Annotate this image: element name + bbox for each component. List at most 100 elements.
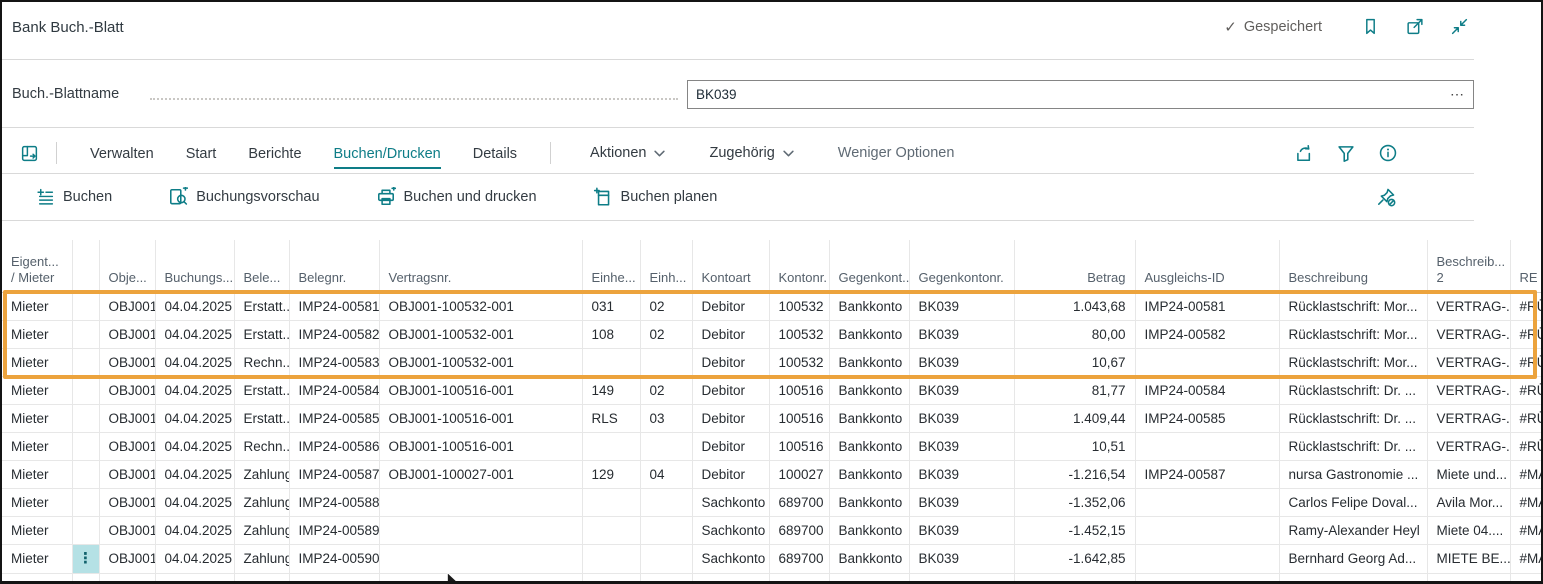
cell-belegnr[interactable]: IMP24-00583	[289, 348, 379, 376]
tab-buchen-drucken[interactable]: Buchen/Drucken	[334, 137, 441, 169]
tab-start[interactable]: Start	[186, 137, 217, 169]
cell-gegenkontonr[interactable]: BK039	[909, 292, 1014, 320]
buchen-und-drucken-button[interactable]: Buchen und drucken	[370, 186, 543, 208]
cell-objekt[interactable]: OBJ001	[99, 320, 155, 348]
cell-gegenkontoart[interactable]: Bankkonto	[829, 432, 909, 460]
cell-reko[interactable]: #MA	[1510, 488, 1541, 516]
cell-reko[interactable]: #RÜ	[1510, 376, 1541, 404]
cell-beschreibung[interactable]: Rücklastschrift: Mor...	[1279, 320, 1427, 348]
cell-objekt[interactable]: OBJ001	[99, 348, 155, 376]
cell-einheit2[interactable]: 03	[640, 404, 692, 432]
cell-einheit[interactable]	[582, 432, 640, 460]
cell-beschreibung2[interactable]: VERTRAG-...	[1427, 376, 1510, 404]
cell-gegenkontoart[interactable]: Bankkonto	[829, 292, 909, 320]
cell-vertragsnr[interactable]: OBJ001-100516-001	[379, 432, 582, 460]
cell-betrag[interactable]: 80,00	[1014, 320, 1135, 348]
cell-rowsel[interactable]	[72, 320, 99, 348]
cell-owner[interactable]: Mieter	[2, 348, 72, 376]
cell-gegenkontoart[interactable]: Bankkonto	[829, 404, 909, 432]
cell-einheit2[interactable]	[640, 348, 692, 376]
cell-gegenkontonr[interactable]: BK039	[909, 460, 1014, 488]
bookmark-icon[interactable]	[1361, 17, 1380, 36]
cell-kontoart[interactable]: Sachkonto	[692, 488, 769, 516]
cell-belegart[interactable]: Rechn...	[234, 348, 289, 376]
cell-betrag[interactable]: -1.352,06	[1014, 488, 1135, 516]
cell-kontoart[interactable]: Debitor	[692, 460, 769, 488]
cell-rowsel[interactable]: ⋮	[72, 544, 99, 573]
cell-owner[interactable]: Mieter	[2, 320, 72, 348]
cell-einheit[interactable]: 129	[582, 460, 640, 488]
cell-buchungsdatum[interactable]: 04.04.2025	[155, 376, 234, 404]
cell-kontonr[interactable]: 100532	[769, 292, 829, 320]
cell-beschreibung2[interactable]: MIETE BE...	[1427, 544, 1510, 573]
cell-einheit[interactable]: RLS	[582, 404, 640, 432]
cell-beschreibung2[interactable]: Avila Mor...	[1427, 488, 1510, 516]
cell-betrag[interactable]: -1.452,15	[1014, 516, 1135, 544]
cell-reko[interactable]: #RÜ	[1510, 320, 1541, 348]
cell-ausgleichsid[interactable]	[1135, 544, 1279, 573]
cell-buchungsdatum[interactable]: 04.04.2025	[155, 348, 234, 376]
cell-kontoart[interactable]: Sachkonto	[692, 544, 769, 573]
cell-objekt[interactable]: OBJ001	[99, 488, 155, 516]
cell-kontoart[interactable]: Debitor	[692, 432, 769, 460]
cell-buchungsdatum[interactable]: 04.04.2025	[155, 544, 234, 573]
cell-vertragsnr[interactable]	[379, 516, 582, 544]
cell-rowsel[interactable]	[72, 460, 99, 488]
cell-kontonr[interactable]: 689700	[769, 488, 829, 516]
cell-beschreibung[interactable]: Ramy-Alexander Heyl	[1279, 516, 1427, 544]
cell-vertragsnr[interactable]	[379, 488, 582, 516]
cell-owner[interactable]: Mieter	[2, 432, 72, 460]
info-icon[interactable]	[1378, 143, 1398, 163]
cell-einheit2[interactable]	[640, 544, 692, 573]
cell-reko[interactable]: #RÜ	[1510, 348, 1541, 376]
cell-gegenkontonr[interactable]: BK039	[909, 376, 1014, 404]
cell-kontoart[interactable]: Debitor	[692, 348, 769, 376]
cell-objekt[interactable]: OBJ001	[99, 376, 155, 404]
col-header-einheit2[interactable]: Einh...	[640, 240, 692, 292]
cell-belegnr[interactable]: IMP24-00581	[289, 292, 379, 320]
cell-owner[interactable]: Mieter	[2, 404, 72, 432]
cell-objekt[interactable]: OBJ001	[99, 432, 155, 460]
cell-rowsel[interactable]	[72, 292, 99, 320]
cell-einheit[interactable]	[582, 544, 640, 573]
cell-gegenkontoart[interactable]: Bankkonto	[829, 320, 909, 348]
col-header-beschreibung[interactable]: Beschreibung	[1279, 240, 1427, 292]
col-header-gegenkontonr[interactable]: Gegenkontonr.	[909, 240, 1014, 292]
cell-reko[interactable]: #MA	[1510, 544, 1541, 573]
col-header-vertragsnr[interactable]: Vertragsnr.	[379, 240, 582, 292]
cell-vertragsnr[interactable]: OBJ001-100516-001	[379, 376, 582, 404]
cell-ausgleichsid[interactable]	[1135, 432, 1279, 460]
cell-einheit[interactable]: 031	[582, 292, 640, 320]
cell-beschreibung2[interactable]: VERTRAG-...	[1427, 404, 1510, 432]
cell-kontonr[interactable]: 100532	[769, 348, 829, 376]
cell-vertragsnr[interactable]: OBJ001-100532-001	[379, 292, 582, 320]
col-header-owner[interactable]: Eigent... / Mieter	[2, 240, 72, 292]
cell-beschreibung2[interactable]: VERTRAG-...	[1427, 348, 1510, 376]
cell-beschreibung[interactable]: Rücklastschrift: Dr. ...	[1279, 376, 1427, 404]
cell-owner[interactable]: Mieter	[2, 460, 72, 488]
cell-vertragsnr[interactable]: OBJ001-100027-001	[379, 460, 582, 488]
cell-ausgleichsid[interactable]: IMP24-00587	[1135, 460, 1279, 488]
cell-rowsel[interactable]	[72, 516, 99, 544]
cell-belegart[interactable]: Erstatt...	[234, 376, 289, 404]
cell-buchungsdatum[interactable]: 04.04.2025	[155, 292, 234, 320]
cell-beschreibung2[interactable]: Miete und...	[1427, 460, 1510, 488]
cell-einheit2[interactable]: 02	[640, 376, 692, 404]
cell-gegenkontonr[interactable]: BK039	[909, 516, 1014, 544]
tab-berichte[interactable]: Berichte	[248, 137, 301, 169]
cell-ausgleichsid[interactable]	[1135, 488, 1279, 516]
journal-name-input[interactable]	[688, 81, 1441, 108]
cell-vertragsnr[interactable]: OBJ001-100516-001	[379, 404, 582, 432]
cell-gegenkontonr[interactable]: BK039	[909, 404, 1014, 432]
cell-beschreibung[interactable]: Bernhard Georg Ad...	[1279, 544, 1427, 573]
col-header-reko[interactable]: RE Ko	[1510, 240, 1541, 292]
buchen-button[interactable]: Buchen	[30, 187, 118, 208]
cell-kontonr[interactable]: 100532	[769, 320, 829, 348]
menu-aktionen[interactable]: Aktionen	[584, 144, 671, 162]
col-header-ausgleichsid[interactable]: Ausgleichs-ID	[1135, 240, 1279, 292]
cell-kontonr[interactable]: 100516	[769, 376, 829, 404]
cell-buchungsdatum[interactable]: 04.04.2025	[155, 404, 234, 432]
cell-gegenkontonr[interactable]: BK039	[909, 320, 1014, 348]
cell-ausgleichsid[interactable]: IMP24-00585	[1135, 404, 1279, 432]
cell-einheit[interactable]: 108	[582, 320, 640, 348]
